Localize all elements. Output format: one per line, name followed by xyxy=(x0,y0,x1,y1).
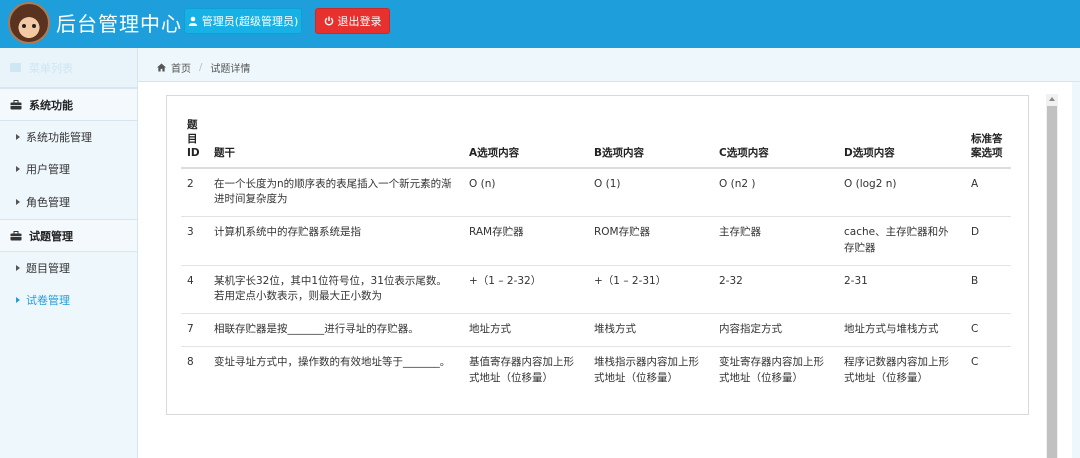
cell-option-b: ROM存贮器 xyxy=(588,216,713,266)
cell-option-c: 2-32 xyxy=(713,265,838,315)
cell-id: 4 xyxy=(181,265,208,315)
main-content: 题 目 ID 题干 A选项内容 B选项内容 C选项内容 D选项内容 标准答 案选… xyxy=(138,82,1080,458)
briefcase-icon xyxy=(10,230,22,240)
question-detail-panel: 题 目 ID 题干 A选项内容 B选项内容 C选项内容 D选项内容 标准答 案选… xyxy=(166,95,1029,415)
cell-option-a: +（1 – 2-32） xyxy=(463,265,588,315)
sidebar-item-label: 试卷管理 xyxy=(26,294,70,307)
question-table: 题 目 ID 题干 A选项内容 B选项内容 C选项内容 D选项内容 标准答 案选… xyxy=(181,118,1011,394)
cell-answer: C xyxy=(965,313,1011,347)
cell-id: 2 xyxy=(181,167,208,218)
table-row: 4 某机字长32位，其中1位符号位，31位表示尾数。若用定点小数表示，则最大正小… xyxy=(181,265,1011,315)
avatar xyxy=(8,2,50,44)
caret-right-icon xyxy=(16,199,20,205)
cell-option-d: 程序记数器内容加上形式地址（位移量） xyxy=(844,355,949,384)
cell-stem: 变址寻址方式中，操作数的有效地址等于_______。 xyxy=(214,355,451,368)
sidebar-group-questions[interactable]: 试题管理 xyxy=(0,219,137,252)
caret-right-icon xyxy=(16,297,20,303)
scroll-up-arrow-icon[interactable] xyxy=(1049,97,1055,101)
cell-answer: C xyxy=(971,355,979,368)
user-icon xyxy=(188,16,197,26)
cell-option-d: O (log2 n) xyxy=(838,167,965,218)
logout-button[interactable]: 退出登录 xyxy=(315,8,390,34)
sidebar-header: 菜单列表 xyxy=(0,48,137,88)
caret-right-icon xyxy=(16,265,20,271)
cell-answer: D xyxy=(965,216,1011,266)
sidebar-item-roles[interactable]: 角色管理 xyxy=(0,185,137,219)
home-icon xyxy=(157,63,166,72)
breadcrumb: 首页 / 试题详情 xyxy=(157,60,250,75)
cell-option-c: 变址寄存器内容加上形式地址（位移量） xyxy=(719,355,824,384)
cell-option-b: +（1 – 2-31） xyxy=(588,265,713,315)
cell-stem: 计算机系统中的存贮器系统是指 xyxy=(208,216,463,266)
breadcrumb-separator: / xyxy=(199,62,203,73)
caret-right-icon xyxy=(16,134,20,140)
cell-option-b: 堆栈指示器内容加上形式地址（位移量） xyxy=(594,355,699,384)
cell-option-c: O (n2 ) xyxy=(713,167,838,218)
sidebar-item-users[interactable]: 用户管理 xyxy=(0,153,137,185)
sidebar-group-label: 试题管理 xyxy=(29,229,73,243)
cell-option-a: RAM存贮器 xyxy=(463,216,588,266)
cell-answer: B xyxy=(965,265,1011,315)
admin-button[interactable]: 管理员(超级管理员) xyxy=(184,8,302,34)
scrollbar-thumb[interactable] xyxy=(1047,106,1057,458)
header-answer: 标准答 案选项 xyxy=(965,118,1011,169)
cell-option-d: cache、主存贮器和外存贮器 xyxy=(838,216,965,266)
cell-option-c: 主存贮器 xyxy=(713,216,838,266)
menu-icon xyxy=(10,63,21,72)
table-row: 7 相联存贮器是按_______进行寻址的存贮器。 地址方式 堆栈方式 内容指定… xyxy=(181,313,1011,347)
cell-option-d: 地址方式与堆栈方式 xyxy=(838,313,965,347)
sidebar-item-question-management[interactable]: 题目管理 xyxy=(0,252,137,284)
cell-id: 7 xyxy=(181,313,208,347)
app-title: 后台管理中心 xyxy=(56,12,182,36)
cell-option-a: 基值寄存器内容加上形式地址（位移量） xyxy=(469,355,574,384)
sidebar-item-label: 系统功能管理 xyxy=(26,131,92,144)
caret-right-icon xyxy=(16,166,20,172)
cell-option-b: 堆栈方式 xyxy=(588,313,713,347)
cell-answer: A xyxy=(965,167,1011,218)
breadcrumb-current: 试题详情 xyxy=(210,64,251,75)
right-edge-background xyxy=(1072,82,1080,458)
sidebar: 菜单列表 系统功能 系统功能管理 用户管理 角色管理 试题管理 题目管理 试卷管… xyxy=(0,48,138,458)
header-option-b: B选项内容 xyxy=(588,118,713,169)
sidebar-item-label: 用户管理 xyxy=(26,163,70,176)
cell-option-a: O (n) xyxy=(463,167,588,218)
cell-stem: 在一个长度为n的顺序表的表尾插入一个新元素的渐进时间复杂度为 xyxy=(208,167,463,218)
breadcrumb-bar: 首页 / 试题详情 xyxy=(0,48,1080,82)
sidebar-group-system[interactable]: 系统功能 xyxy=(0,88,137,121)
admin-button-label: 管理员(超级管理员) xyxy=(201,15,299,28)
sidebar-group-label: 系统功能 xyxy=(29,98,73,112)
cell-id: 3 xyxy=(181,216,208,266)
table-row: 2 在一个长度为n的顺序表的表尾插入一个新元素的渐进时间复杂度为 O (n) O… xyxy=(181,167,1011,218)
logout-button-label: 退出登录 xyxy=(337,15,382,28)
cell-option-c: 内容指定方式 xyxy=(713,313,838,347)
briefcase-icon xyxy=(10,99,22,109)
table-header-row: 题 目 ID 题干 A选项内容 B选项内容 C选项内容 D选项内容 标准答 案选… xyxy=(181,118,1011,169)
sidebar-item-system-function[interactable]: 系统功能管理 xyxy=(0,121,137,153)
table-row: 8 变址寻址方式中，操作数的有效地址等于_______。 基值寄存器内容加上形式… xyxy=(181,346,1011,394)
sidebar-item-label: 题目管理 xyxy=(26,262,70,275)
cell-stem: 某机字长32位，其中1位符号位，31位表示尾数。若用定点小数表示，则最大正小数为 xyxy=(208,265,463,315)
cell-option-d: 2-31 xyxy=(838,265,965,315)
sidebar-item-label: 角色管理 xyxy=(26,196,70,209)
breadcrumb-home[interactable]: 首页 xyxy=(171,60,191,75)
cell-id: 8 xyxy=(187,355,194,368)
header-stem: 题干 xyxy=(208,118,463,169)
cell-option-b: O (1) xyxy=(588,167,713,218)
top-header: 后台管理中心 管理员(超级管理员) 退出登录 xyxy=(0,0,1080,48)
cell-stem: 相联存贮器是按_______进行寻址的存贮器。 xyxy=(208,313,463,347)
power-icon xyxy=(324,16,333,26)
header-option-c: C选项内容 xyxy=(713,118,838,169)
header-option-d: D选项内容 xyxy=(838,118,965,169)
sidebar-header-label: 菜单列表 xyxy=(29,61,73,75)
header-option-a: A选项内容 xyxy=(463,118,588,169)
header-id: 题 目 ID xyxy=(181,118,208,169)
table-row: 3 计算机系统中的存贮器系统是指 RAM存贮器 ROM存贮器 主存贮器 cach… xyxy=(181,216,1011,266)
cell-option-a: 地址方式 xyxy=(463,313,588,347)
sidebar-item-paper-management[interactable]: 试卷管理 xyxy=(0,284,137,316)
